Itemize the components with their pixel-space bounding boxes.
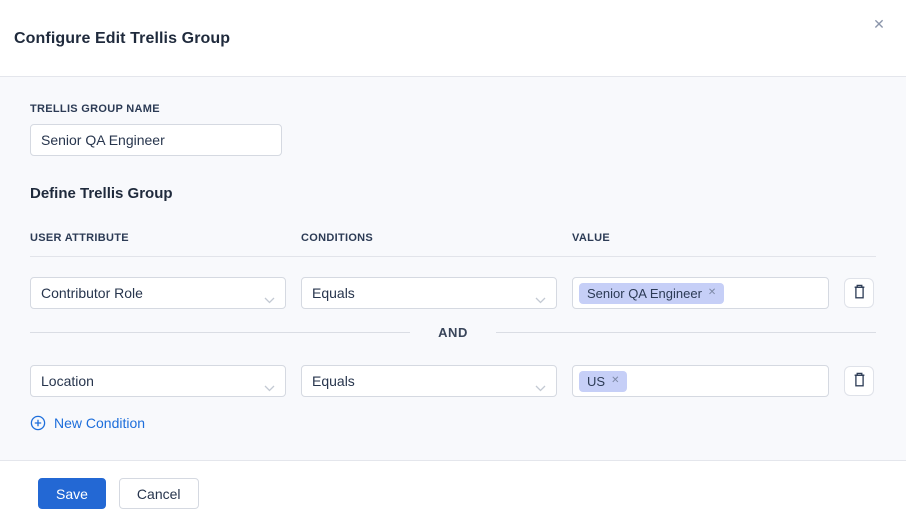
delete-row-button[interactable] bbox=[844, 366, 874, 396]
conditions-column-header: CONDITIONS bbox=[301, 232, 557, 244]
trellis-group-name-input[interactable] bbox=[30, 124, 282, 156]
chevron-down-icon bbox=[264, 379, 275, 395]
header-divider bbox=[30, 256, 876, 257]
new-condition-link[interactable]: New Condition bbox=[30, 415, 145, 431]
value-column-header: VALUE bbox=[572, 232, 829, 244]
value-multiselect[interactable]: Senior QA Engineer ✕ bbox=[572, 277, 829, 309]
separator-line bbox=[496, 332, 876, 333]
modal-body: TRELLIS GROUP NAME Define Trellis Group … bbox=[0, 77, 906, 460]
user-attribute-column-header: USER ATTRIBUTE bbox=[30, 232, 286, 244]
condition-select[interactable]: Equals bbox=[301, 365, 557, 397]
separator-line bbox=[30, 332, 410, 333]
user-attribute-select-value: Contributor Role bbox=[41, 285, 143, 301]
value-tag-label: Senior QA Engineer bbox=[587, 286, 702, 301]
condition-select-value: Equals bbox=[312, 285, 355, 301]
chevron-down-icon bbox=[535, 379, 546, 395]
tag-remove-icon[interactable]: ✕ bbox=[611, 376, 619, 386]
configure-trellis-group-modal: Configure Edit Trellis Group ✕ TRELLIS G… bbox=[0, 0, 906, 521]
condition-column-headers: USER ATTRIBUTE CONDITIONS VALUE bbox=[30, 232, 876, 244]
modal-header: Configure Edit Trellis Group ✕ bbox=[0, 0, 906, 77]
trellis-group-name-label: TRELLIS GROUP NAME bbox=[30, 103, 876, 115]
cancel-button[interactable]: Cancel bbox=[119, 478, 199, 509]
define-trellis-group-heading: Define Trellis Group bbox=[30, 185, 876, 202]
close-icon[interactable]: ✕ bbox=[868, 14, 890, 36]
plus-circle-icon bbox=[30, 415, 46, 431]
value-tag: US ✕ bbox=[579, 371, 627, 392]
chevron-down-icon bbox=[264, 291, 275, 307]
user-attribute-select[interactable]: Contributor Role bbox=[30, 277, 286, 309]
value-tag: Senior QA Engineer ✕ bbox=[579, 283, 724, 304]
and-operator-label: AND bbox=[438, 325, 468, 340]
trash-icon bbox=[852, 372, 867, 391]
value-multiselect[interactable]: US ✕ bbox=[572, 365, 829, 397]
condition-row: Location Equals US ✕ bbox=[30, 365, 876, 397]
and-separator: AND bbox=[30, 314, 876, 350]
value-tag-label: US bbox=[587, 374, 605, 389]
modal-footer: Save Cancel bbox=[0, 460, 906, 526]
condition-select[interactable]: Equals bbox=[301, 277, 557, 309]
save-button[interactable]: Save bbox=[38, 478, 106, 509]
trash-icon bbox=[852, 284, 867, 303]
delete-row-button[interactable] bbox=[844, 278, 874, 308]
modal-title: Configure Edit Trellis Group bbox=[14, 30, 886, 48]
user-attribute-select-value: Location bbox=[41, 373, 94, 389]
user-attribute-select[interactable]: Location bbox=[30, 365, 286, 397]
tag-remove-icon[interactable]: ✕ bbox=[708, 288, 716, 298]
condition-select-value: Equals bbox=[312, 373, 355, 389]
condition-row: Contributor Role Equals Senior QA Engine… bbox=[30, 277, 876, 309]
chevron-down-icon bbox=[535, 291, 546, 307]
new-condition-label: New Condition bbox=[54, 415, 145, 431]
